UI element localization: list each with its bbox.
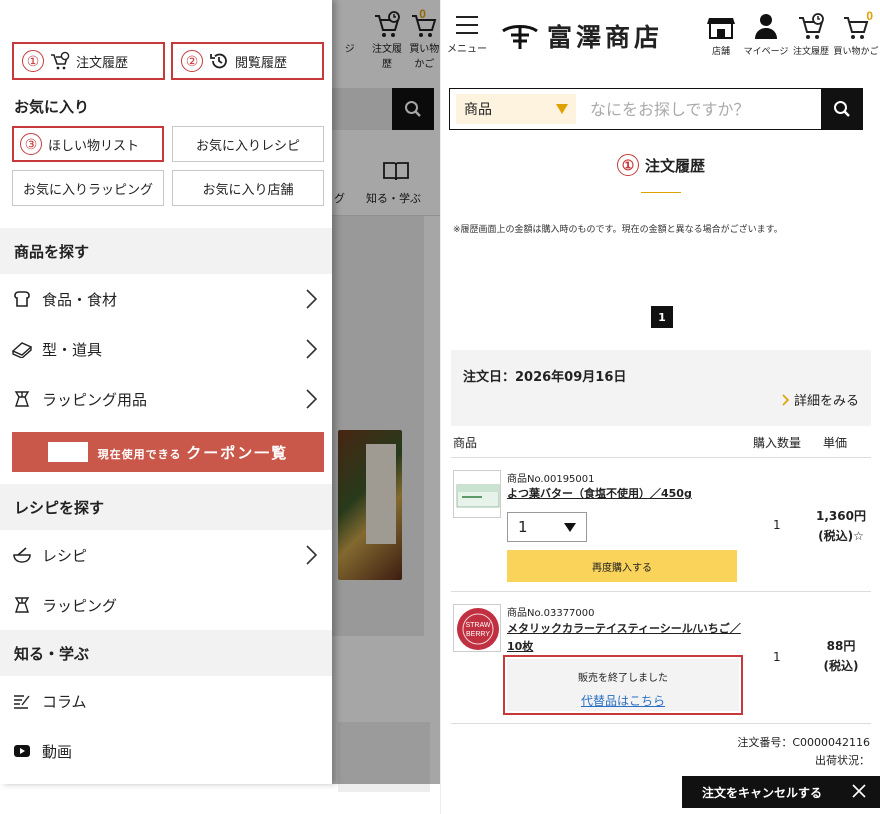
table-row: 商品No.00195001 よつ葉バター（食塩不使用）／450g 1 再度購入す… <box>451 458 871 592</box>
shipping-status: 出荷状況： <box>815 754 870 767</box>
left-screenshot: ジ 注文履歴 0 買い物かご グ 知る・学ぶ ① 注文履歴 ② 閲覧履歴 お気に… <box>0 0 440 814</box>
alternative-product-link[interactable]: 代替品はこちら <box>581 694 665 708</box>
cancel-order-button[interactable]: 注文をキャンセルする <box>682 776 880 808</box>
discontinued-notice: 販売を終了しました 代替品はこちら <box>503 655 743 715</box>
menu-item-column[interactable]: コラム <box>0 676 332 726</box>
product-image[interactable]: STRAW BERRY <box>453 604 501 652</box>
rebuy-button[interactable]: 再度購入する <box>507 550 737 582</box>
coupon-ticket-icon <box>47 442 88 462</box>
wrapping-icon <box>12 389 32 409</box>
order-detail-link[interactable]: 詳細をみる <box>782 390 859 409</box>
menu-item-food[interactable]: 食品・食材 <box>0 274 332 324</box>
product-name-link[interactable]: よつ葉バター（食塩不使用）／450g <box>507 485 692 503</box>
browsing-history-label: 閲覧履歴 <box>235 55 288 71</box>
order-summary: 注文日：2026年09月16日 詳細をみる <box>451 350 871 426</box>
site-header: メニュー 富澤商店 店舗 マイページ 注文履歴 0 買い物かご <box>441 0 880 74</box>
unit-price: 88円 (税込) <box>823 639 859 673</box>
pagination-current-page[interactable]: 1 <box>651 306 673 328</box>
section-learn: 知る・学ぶ <box>0 630 332 676</box>
favorite-recipes-button[interactable]: お気に入りレシピ <box>172 126 324 162</box>
history-clock-icon <box>209 51 229 71</box>
purchased-quantity: 1 <box>773 650 781 664</box>
search-bar: 商品 <box>449 88 863 130</box>
search-button[interactable] <box>821 88 863 130</box>
history-buttons: ① 注文履歴 ② 閲覧履歴 <box>12 42 324 80</box>
cart-link[interactable]: 0 買い物かご <box>831 9 880 57</box>
favorite-wrapping-button[interactable]: お気に入りラッピング <box>12 170 164 206</box>
order-history-icon <box>791 12 831 42</box>
chevron-right-icon <box>306 545 318 565</box>
order-meta: 注文番号：C0000042116 出荷状況： <box>737 734 870 770</box>
menu-item-wrapping-supplies[interactable]: ラッピング用品 <box>0 374 332 424</box>
wishlist-button[interactable]: ③ ほしい物リスト <box>12 126 164 162</box>
store-icon <box>701 12 741 42</box>
favorite-stores-button[interactable]: お気に入り店舗 <box>172 170 324 206</box>
bowl-icon <box>12 545 32 565</box>
browsing-history-button[interactable]: ② 閲覧履歴 <box>171 42 324 80</box>
svg-text:BERRY: BERRY <box>466 631 490 638</box>
chevron-right-icon <box>306 389 318 409</box>
svg-text:STRAW: STRAW <box>465 622 490 629</box>
coupon-list-button[interactable]: 現在使用できる クーポン一覧 <box>12 432 324 472</box>
section-recipes: レシピを探す <box>0 484 332 530</box>
site-logo[interactable]: 富澤商店 <box>501 18 663 54</box>
page-title: ① 注文履歴 <box>441 154 880 176</box>
menu-item-recipe[interactable]: レシピ <box>0 530 332 580</box>
callout-number: ① <box>22 50 44 72</box>
side-drawer-menu: ① 注文履歴 ② 閲覧履歴 お気に入り ③ ほしい物リスト お気に入りレシピ お <box>0 0 332 784</box>
bread-icon <box>12 289 32 309</box>
product-number: 商品No.00195001 <box>507 474 595 485</box>
product-name-link[interactable]: メタリックカラーテイスティーシール/いちご／ 10枚 <box>507 620 741 656</box>
order-history-label: 注文履歴 <box>76 55 129 71</box>
store-link[interactable]: 店舗 <box>701 12 741 57</box>
header-icons: 店舗 マイページ 注文履歴 0 買い物かご <box>701 9 880 57</box>
video-icon <box>12 741 32 761</box>
items-table-header: 商品 購入数量 単価 <box>451 432 871 458</box>
table-row: STRAW BERRY 商品No.03377000 メタリックカラーテイスティーシ… <box>451 592 871 724</box>
callout-number: ① <box>616 154 639 176</box>
column-icon <box>12 691 32 711</box>
chevron-right-icon <box>306 339 318 359</box>
dropdown-arrow-icon <box>564 523 576 532</box>
close-icon[interactable] <box>852 784 866 798</box>
mypage-link[interactable]: マイページ <box>741 12 791 57</box>
order-history-link[interactable]: 注文履歴 <box>791 12 831 57</box>
purchased-quantity: 1 <box>773 518 781 532</box>
chevron-right-icon <box>782 393 790 406</box>
favorites-title: お気に入り <box>14 98 90 116</box>
discontinued-text: 販売を終了しました <box>578 673 668 684</box>
chevron-right-icon <box>306 289 318 309</box>
order-history-icon <box>50 51 70 71</box>
logo-mark-icon <box>502 25 538 49</box>
drawer-overlay[interactable] <box>332 0 440 784</box>
menu-button[interactable]: メニュー <box>447 16 487 55</box>
tool-icon <box>12 339 32 359</box>
favorites-grid: ③ ほしい物リスト お気に入りレシピ お気に入りラッピング お気に入り店舗 <box>12 126 324 206</box>
title-underline <box>641 192 681 193</box>
menu-item-wrapping[interactable]: ラッピング <box>0 580 332 630</box>
cart-count-badge: 0 <box>866 9 873 23</box>
search-category-select[interactable]: 商品 <box>456 94 576 124</box>
search-icon <box>834 101 850 117</box>
logo-text: 富澤商店 <box>547 23 664 52</box>
search-input[interactable] <box>590 99 810 119</box>
hamburger-icon <box>456 16 478 34</box>
product-image[interactable] <box>453 470 501 518</box>
user-icon <box>741 12 791 42</box>
menu-item-video[interactable]: 動画 <box>0 726 332 776</box>
callout-number: ② <box>181 50 203 72</box>
section-products: 商品を探す <box>0 228 332 274</box>
product-number: 商品No.03377000 <box>507 608 595 619</box>
order-number: 注文番号：C0000042116 <box>737 736 870 749</box>
order-date: 注文日：2026年09月16日 <box>463 370 627 385</box>
right-screenshot: メニュー 富澤商店 店舗 マイページ 注文履歴 0 買い物かご 商品 なにをお探… <box>440 0 880 814</box>
menu-item-tools[interactable]: 型・道具 <box>0 324 332 374</box>
unit-price: 1,360円 (税込)☆ <box>816 509 866 543</box>
wrapping-icon <box>12 595 32 615</box>
price-notice: ※履歴画面上の金額は購入時のものです。現在の金額と異なる場合がございます。 <box>453 225 783 235</box>
quantity-select[interactable]: 1 <box>507 512 587 542</box>
dropdown-arrow-icon <box>556 104 568 114</box>
callout-number: ③ <box>20 133 42 155</box>
order-history-button[interactable]: ① 注文履歴 <box>12 42 165 80</box>
